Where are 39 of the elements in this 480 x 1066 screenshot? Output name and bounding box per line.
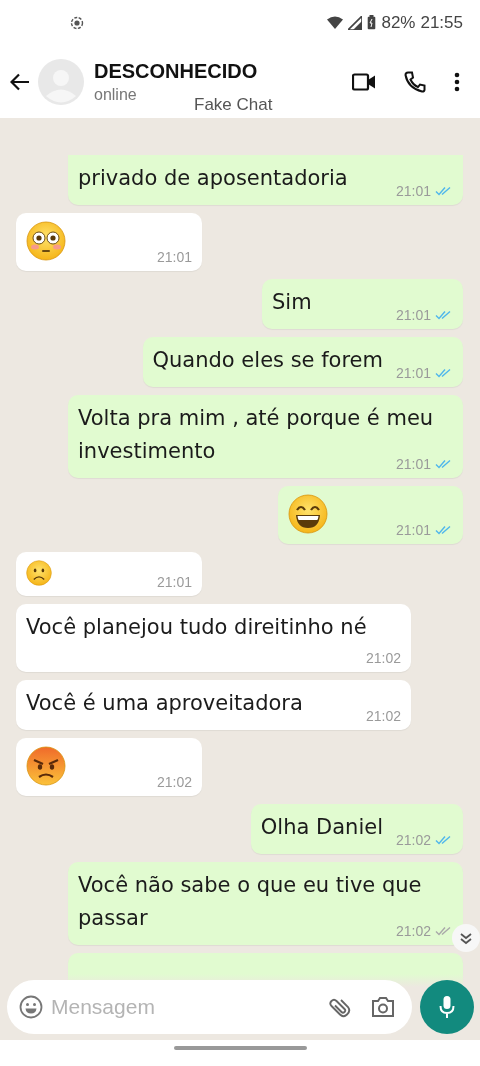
message-time: 21:02 xyxy=(365,650,401,666)
message-text: Quando eles se forem xyxy=(152,348,383,372)
message-time: 21:01 xyxy=(156,574,192,590)
message-time: 21:01 xyxy=(395,307,431,323)
wifi-icon xyxy=(327,16,344,29)
scroll-down-button[interactable] xyxy=(452,924,480,952)
emoji-icon[interactable] xyxy=(19,995,43,1019)
grin-face-icon xyxy=(288,494,328,534)
clock: 21:55 xyxy=(420,12,463,33)
frown-face-icon xyxy=(26,560,52,586)
screen-record-icon xyxy=(70,15,84,30)
message-time: 21:01 xyxy=(156,249,192,265)
message-time: 21:02 xyxy=(156,774,192,790)
contact-name[interactable]: DESCONHECIDO xyxy=(94,59,352,83)
camera-icon[interactable] xyxy=(371,996,395,1018)
microphone-button[interactable] xyxy=(420,980,474,1034)
message-time: 21:01 xyxy=(395,365,431,381)
angry-face-icon xyxy=(26,746,66,786)
double-chevron-down-icon xyxy=(459,931,473,945)
signal-icon xyxy=(348,15,363,30)
battery-percentage: 82% xyxy=(381,12,416,33)
back-arrow-icon[interactable] xyxy=(10,72,30,91)
microphone-icon xyxy=(439,995,455,1019)
message-placeholder: Mensagem xyxy=(51,995,156,1019)
message-text: privado de aposentadoria xyxy=(78,166,348,190)
message-text: Você planejou tudo direitinho né xyxy=(26,615,367,639)
more-options-icon[interactable] xyxy=(454,71,460,92)
message-text: Olha Daniel xyxy=(260,815,383,839)
flushed-face-icon xyxy=(26,221,66,261)
battery-icon xyxy=(367,15,377,30)
message-text: Sim xyxy=(272,290,312,314)
message-time: 21:02 xyxy=(395,832,431,848)
message-time: 21:01 xyxy=(395,522,431,538)
phone-icon[interactable] xyxy=(404,70,426,93)
message-time: 21:01 xyxy=(395,183,431,199)
watermark-label: Fake Chat xyxy=(194,95,273,115)
message-text: Você é uma aproveitadora xyxy=(26,691,303,715)
message-time: 21:02 xyxy=(365,708,401,724)
video-call-icon[interactable] xyxy=(352,72,376,91)
